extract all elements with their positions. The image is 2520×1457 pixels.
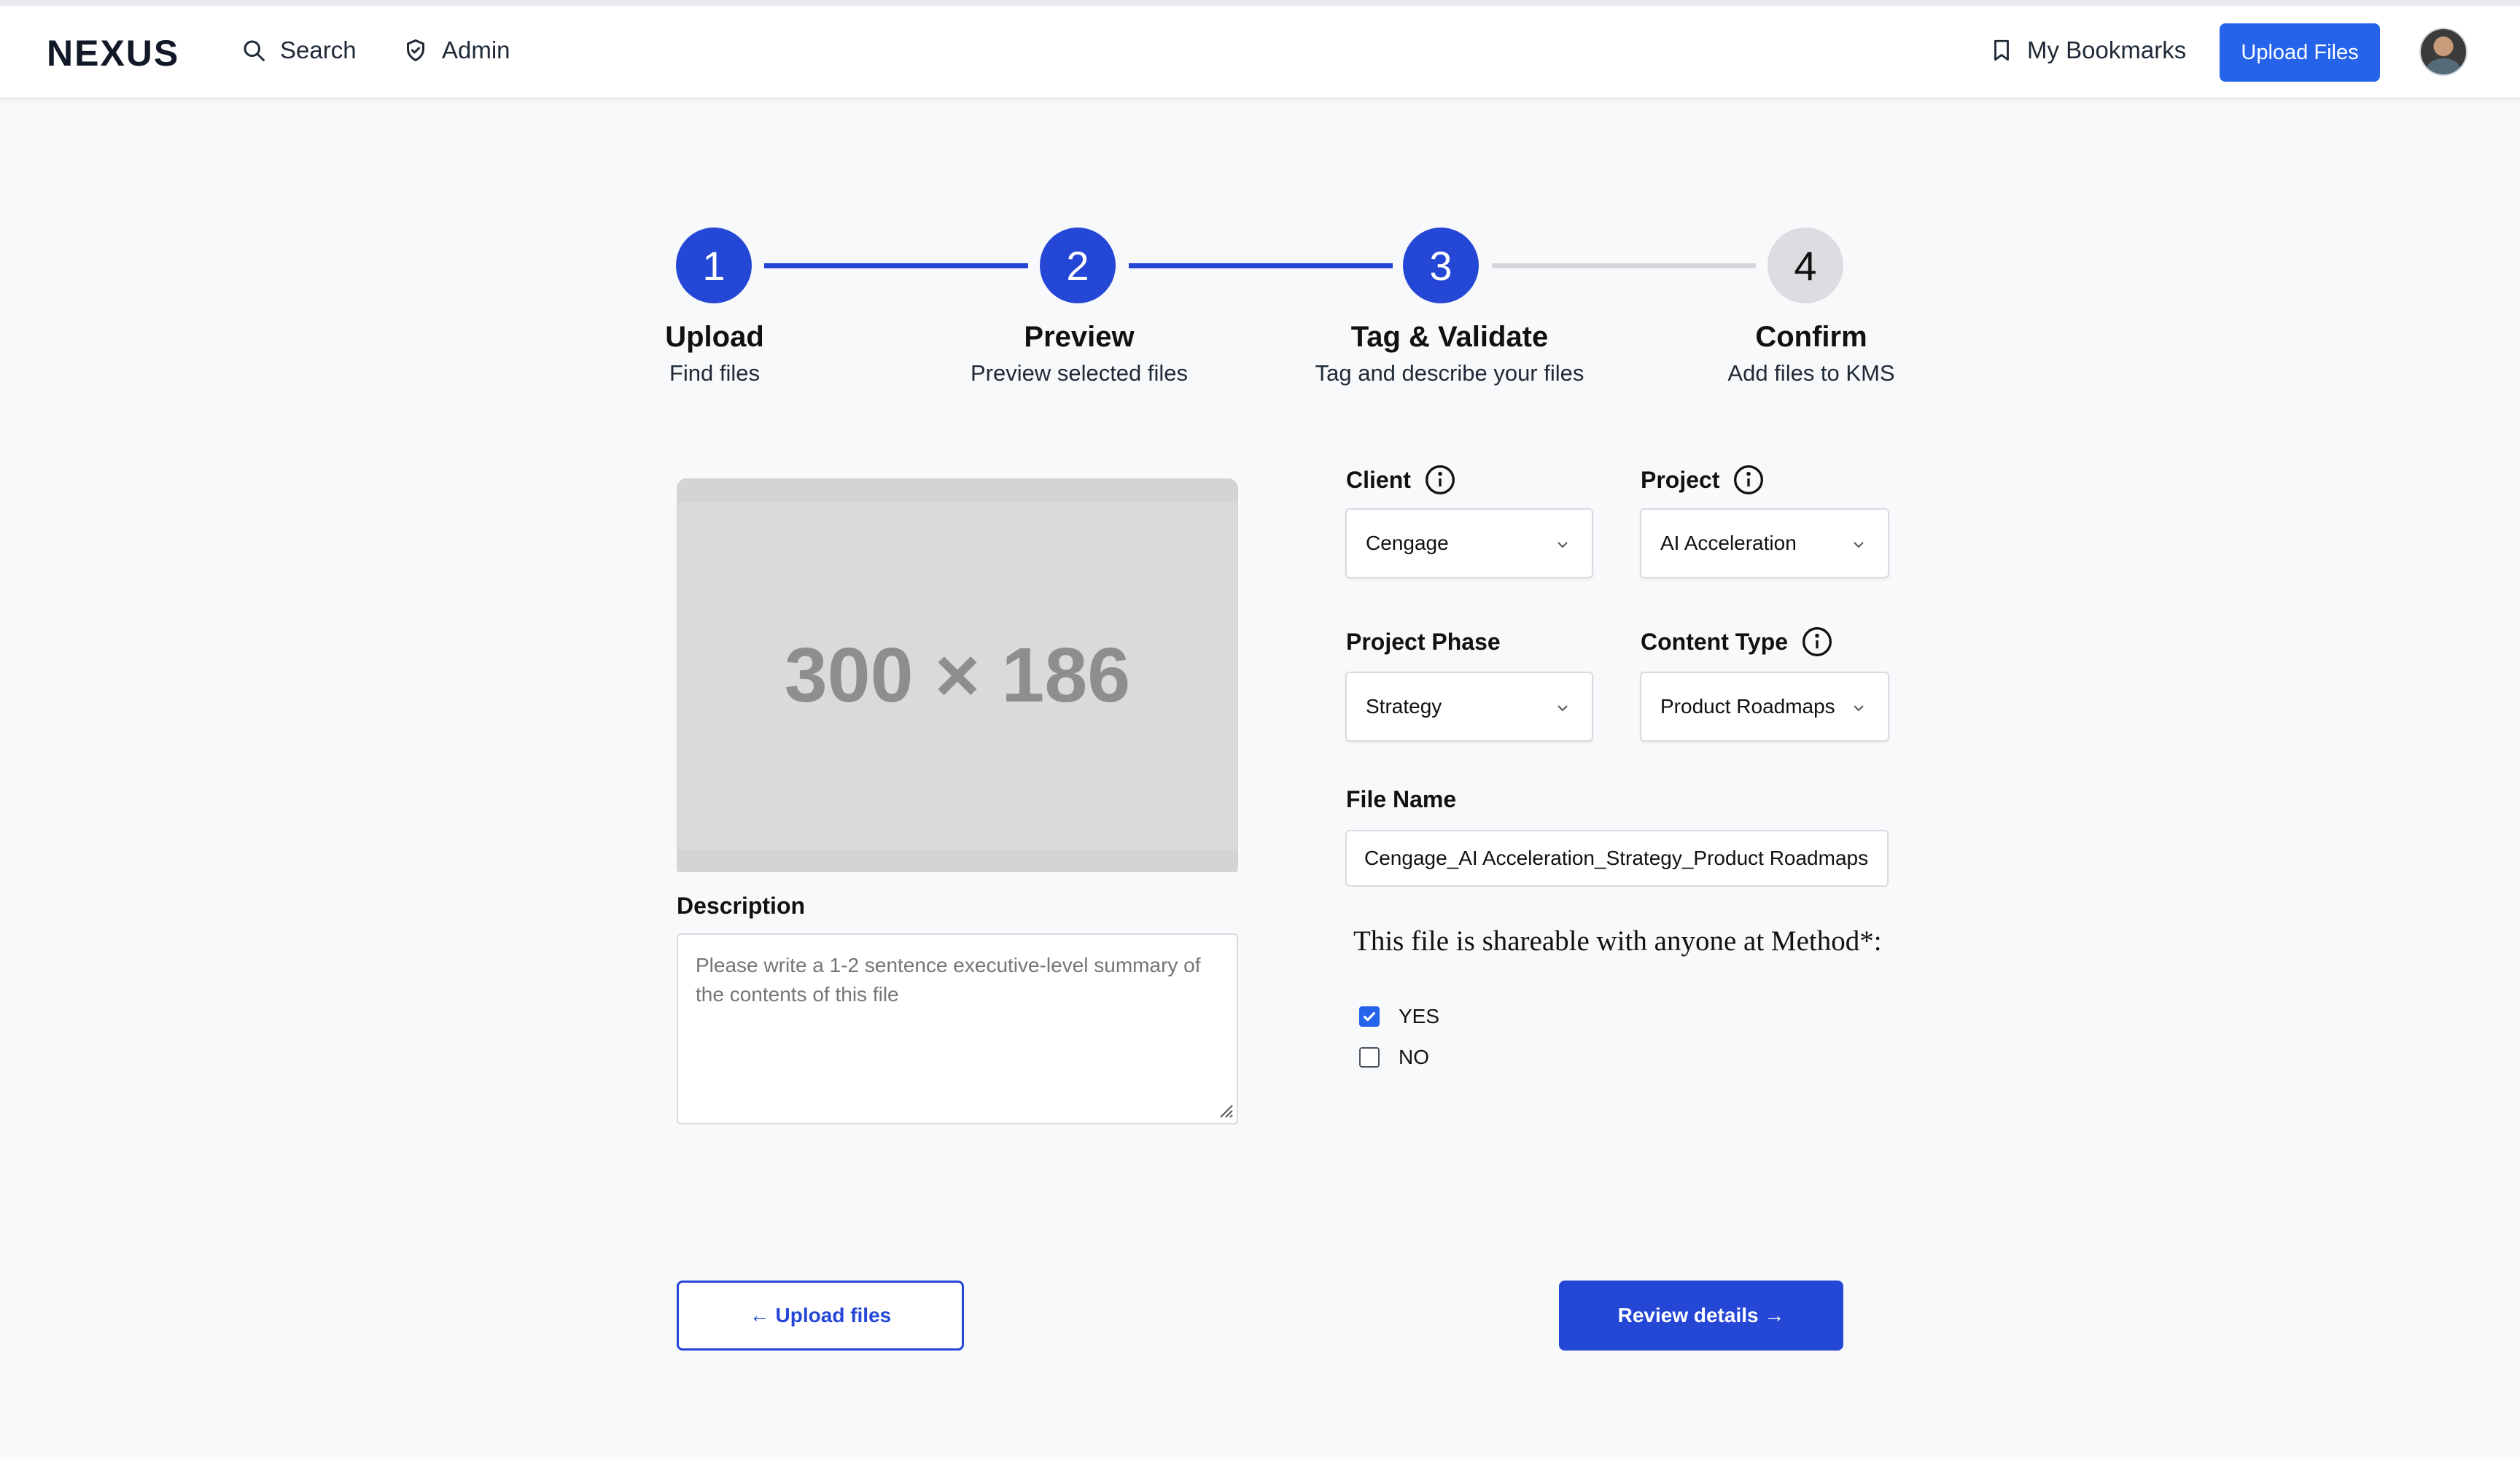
checkmark-icon: [1363, 1011, 1376, 1022]
step-4-title: Confirm: [1755, 321, 1867, 353]
step-4-indicator: 4: [1768, 228, 1843, 303]
project-select[interactable]: AI Acceleration: [1640, 508, 1889, 578]
client-select-value: Cengage: [1366, 532, 1449, 554]
search-icon: [244, 40, 265, 61]
content-type-select-value: Product Roadmaps: [1660, 695, 1835, 718]
top-navbar: NEXUS Search Admin My Bookmarks Upload F…: [0, 6, 2520, 99]
preview-placeholder-text: 300 × 186: [784, 632, 1131, 718]
project-select-value: AI Acceleration: [1660, 532, 1797, 554]
client-label: Client: [1346, 464, 1456, 496]
chevron-down-icon: [1558, 705, 1568, 712]
upload-files-button[interactable]: Upload Files: [2220, 23, 2380, 82]
info-icon[interactable]: [1732, 464, 1765, 496]
step-3-indicator: 3: [1403, 228, 1479, 303]
chevron-down-icon: [1558, 542, 1568, 548]
step-1-indicator: 1: [676, 228, 752, 303]
yes-checkbox[interactable]: [1359, 1006, 1380, 1027]
my-bookmarks-label: My Bookmarks: [2027, 36, 2187, 63]
yes-label: YES: [1399, 1005, 1440, 1027]
no-label: NO: [1399, 1046, 1429, 1068]
app-logo[interactable]: NEXUS: [47, 32, 179, 74]
description-textarea[interactable]: [677, 933, 1238, 1124]
content-type-label: Content Type: [1641, 626, 1833, 658]
client-label-text: Client: [1346, 466, 1411, 493]
file-name-label: File Name: [1346, 786, 1457, 812]
content-type-label-text: Content Type: [1641, 628, 1789, 655]
step-connector-1-2: [764, 263, 1028, 268]
project-phase-select[interactable]: Strategy: [1345, 672, 1593, 742]
project-label-text: Project: [1641, 466, 1720, 493]
project-phase-select-value: Strategy: [1366, 695, 1442, 718]
file-preview-image: 300 × 186: [677, 478, 1238, 872]
nav-admin-label: Admin: [442, 36, 510, 63]
my-bookmarks-link[interactable]: My Bookmarks: [1989, 36, 2186, 64]
nav-admin[interactable]: Admin: [402, 36, 510, 64]
project-label: Project: [1641, 464, 1765, 496]
project-phase-label: Project Phase: [1346, 629, 1501, 655]
resize-handle-icon[interactable]: [1218, 1103, 1234, 1119]
user-avatar[interactable]: [2419, 28, 2468, 76]
nav-search-label: Search: [280, 36, 357, 63]
shareable-no-option[interactable]: NO: [1359, 1046, 1429, 1069]
chevron-down-icon: [1854, 705, 1864, 712]
description-label: Description: [677, 893, 806, 919]
nav-search[interactable]: Search: [241, 36, 357, 64]
shareable-yes-option[interactable]: YES: [1359, 1005, 1439, 1028]
back-upload-files-button[interactable]: ← Upload files: [677, 1281, 964, 1351]
review-details-button[interactable]: Review details →: [1559, 1281, 1843, 1351]
info-icon[interactable]: [1801, 626, 1833, 658]
chevron-down-icon: [1854, 542, 1864, 548]
shareable-question: This file is shareable with anyone at Me…: [1353, 925, 1882, 957]
bookmark-icon: [1994, 39, 2009, 61]
file-name-input[interactable]: [1345, 830, 1889, 887]
client-select[interactable]: Cengage: [1345, 508, 1593, 578]
shield-check-icon: [407, 39, 424, 61]
step-2-indicator: 2: [1040, 228, 1116, 303]
step-connector-3-4: [1492, 263, 1756, 268]
content-type-select[interactable]: Product Roadmaps: [1640, 672, 1889, 742]
no-checkbox[interactable]: [1359, 1047, 1380, 1068]
step-connector-2-3: [1129, 263, 1393, 268]
step-4-subtitle: Add files to KMS: [1727, 360, 1895, 386]
top-border: [0, 0, 2520, 6]
info-icon[interactable]: [1424, 464, 1456, 496]
